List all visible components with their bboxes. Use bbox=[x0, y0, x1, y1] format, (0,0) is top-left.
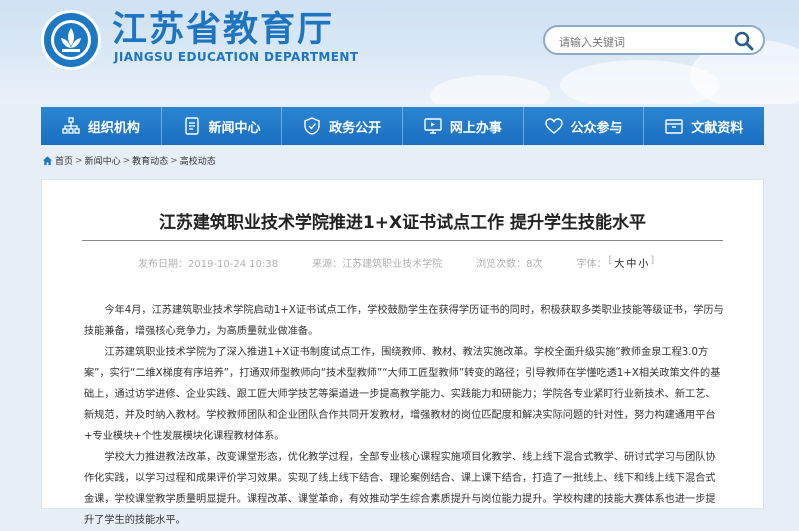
article-body: 今年4月，江苏建筑职业技术学院启动1+X证书试点工作，学校鼓励学生在获得学历证书… bbox=[84, 300, 724, 531]
breadcrumb-news-center[interactable]: 新闻中心 bbox=[85, 154, 121, 167]
main-nav: 组织机构 新闻中心 政务公开 网上办事 公众参与 文献资料 bbox=[41, 107, 764, 145]
nav-item-government-affairs[interactable]: 政务公开 bbox=[282, 107, 404, 145]
font-size-bracket: ] bbox=[650, 255, 655, 266]
nav-item-label: 政务公开 bbox=[329, 120, 382, 136]
folder-icon bbox=[665, 119, 683, 134]
nav-item-label: 公众参与 bbox=[570, 120, 623, 136]
font-size-bracket: [ bbox=[608, 255, 613, 266]
nav-item-public-participation[interactable]: 公众参与 bbox=[524, 107, 645, 145]
article-paragraph: 江苏建筑职业技术学院为了深入推进1+X证书制度试点工作，围绕教师、教材、教法实施… bbox=[84, 347, 721, 442]
breadcrumb-separator: > bbox=[170, 155, 178, 166]
breadcrumb-separator: > bbox=[75, 155, 83, 166]
site-title: 江苏省教育厅 bbox=[112, 10, 335, 50]
article-meta: 发布日期：2019-10-24 10:38 来源：江苏建筑职业技术学院 浏览次数… bbox=[138, 255, 654, 270]
monitor-icon bbox=[424, 118, 442, 134]
font-size-small[interactable]: 小 bbox=[638, 255, 648, 270]
search-icon[interactable] bbox=[733, 30, 755, 52]
decorative-cloud bbox=[430, 75, 550, 104]
title-divider bbox=[82, 240, 723, 241]
site-subtitle: JIANGSU EDUCATION DEPARTMENT bbox=[114, 50, 359, 64]
heart-icon bbox=[544, 118, 563, 134]
home-icon[interactable] bbox=[42, 155, 53, 166]
font-size-medium[interactable]: 中 bbox=[626, 255, 636, 270]
nav-item-literature[interactable]: 文献资料 bbox=[644, 107, 764, 145]
article-paragraph: 学校大力推进教法改革，改变课堂形态，优化教学过程，全部专业核心课程实施项目化教学… bbox=[84, 452, 716, 526]
nav-item-label: 文献资料 bbox=[691, 120, 744, 136]
logo-emblem-icon[interactable] bbox=[41, 10, 101, 70]
breadcrumb-education-news[interactable]: 教育动态 bbox=[132, 154, 168, 167]
breadcrumb-home[interactable]: 首页 bbox=[55, 154, 73, 167]
font-size-switch: 字体： [ 大 中 小 ] bbox=[577, 255, 655, 270]
article-paragraph: 今年4月，江苏建筑职业技术学院启动1+X证书试点工作，学校鼓励学生在获得学历证书… bbox=[84, 305, 724, 337]
org-chart-icon bbox=[62, 117, 80, 134]
breadcrumb: 首页 > 新闻中心 > 教育动态 > 高校动态 bbox=[42, 154, 216, 167]
search-input[interactable] bbox=[557, 31, 731, 53]
nav-item-label: 组织机构 bbox=[87, 120, 140, 136]
font-size-label: 字体： bbox=[576, 259, 607, 270]
document-icon bbox=[184, 117, 199, 135]
shield-icon bbox=[304, 117, 320, 135]
nav-item-news[interactable]: 新闻中心 bbox=[162, 107, 283, 145]
nav-item-label: 网上办事 bbox=[449, 120, 502, 136]
search-box bbox=[543, 25, 765, 55]
nav-item-label: 新闻中心 bbox=[208, 120, 261, 136]
view-count: 浏览次数：8次 bbox=[476, 259, 543, 270]
article-source: 来源：江苏建筑职业技术学院 bbox=[312, 259, 443, 270]
breadcrumb-university-news[interactable]: 高校动态 bbox=[180, 154, 216, 167]
site-header: 江苏省教育厅 JIANGSU EDUCATION DEPARTMENT bbox=[0, 0, 799, 104]
article-title: 江苏建筑职业技术学院推进1+X证书试点工作 提升学生技能水平 bbox=[158, 213, 647, 233]
font-size-large[interactable]: 大 bbox=[614, 255, 624, 270]
article-panel: 江苏建筑职业技术学院推进1+X证书试点工作 提升学生技能水平 发布日期：2019… bbox=[41, 179, 764, 526]
nav-item-organization[interactable]: 组织机构 bbox=[41, 107, 162, 145]
publish-date: 发布日期：2019-10-24 10:38 bbox=[138, 259, 279, 270]
nav-item-online-services[interactable]: 网上办事 bbox=[403, 107, 524, 145]
breadcrumb-separator: > bbox=[122, 155, 131, 166]
